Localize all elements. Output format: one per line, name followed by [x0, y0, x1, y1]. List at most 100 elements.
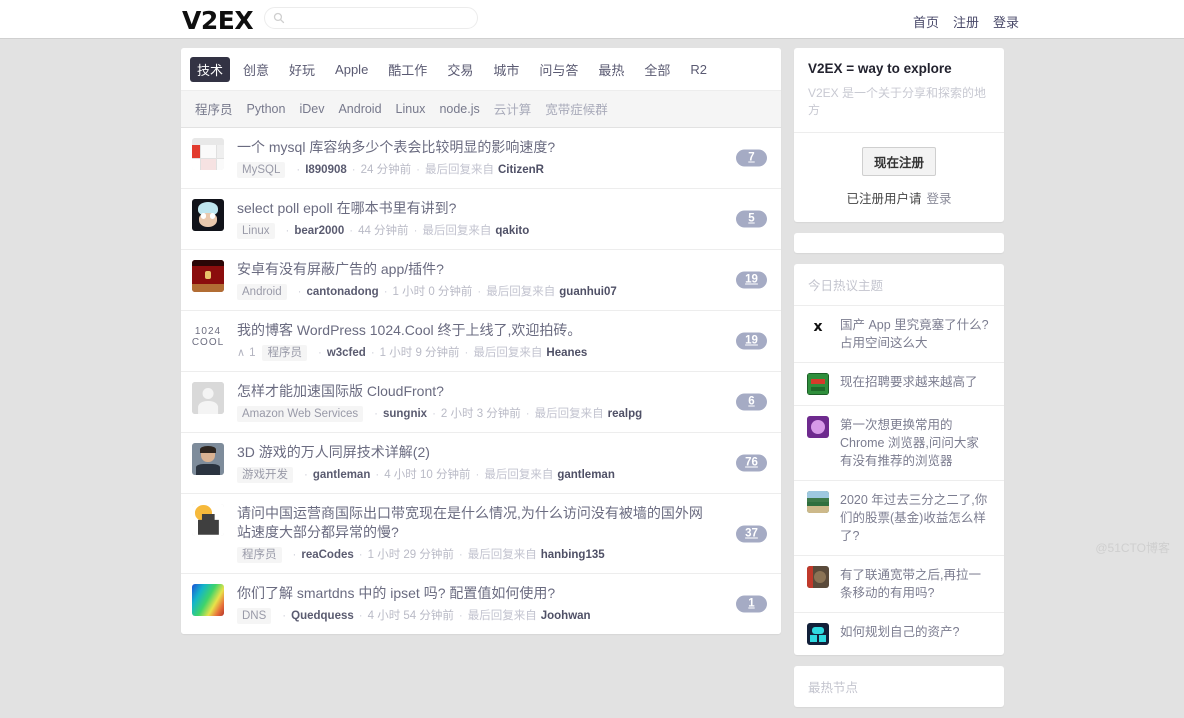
reply-count-badge[interactable]: 19: [736, 271, 767, 289]
category-tab-3[interactable]: Apple: [328, 59, 375, 80]
search-box[interactable]: [264, 7, 478, 29]
sidebar: V2EX = way to explore V2EX 是一个关于分享和探索的地方…: [794, 48, 1004, 718]
topic-node[interactable]: DNS: [237, 608, 272, 624]
topic-author[interactable]: I890908: [305, 163, 347, 177]
login-link[interactable]: 登录: [927, 192, 952, 206]
topic-title[interactable]: select poll epoll 在哪本书里有讲到?: [237, 199, 714, 218]
topic-row[interactable]: 3D 游戏的万人同屏技术详解(2) 游戏开发 · gantleman · 4 小时 10 …: [181, 433, 781, 494]
topic-title[interactable]: 一个 mysql 库容纳多少个表会比较明显的影响速度?: [237, 138, 714, 157]
topic-row[interactable]: 你们了解 smartdns 中的 ipset 吗? 配置值如何使用? DNS · Qu…: [181, 574, 781, 634]
node-subtab-3[interactable]: Android: [338, 102, 381, 116]
category-tab-2[interactable]: 好玩: [282, 57, 322, 82]
category-tab-9[interactable]: 全部: [637, 57, 677, 82]
last-replier[interactable]: hanbing135: [541, 548, 605, 562]
topic-row[interactable]: 一个 mysql 库容纳多少个表会比较明显的影响速度? MySQL · I890908…: [181, 128, 781, 189]
category-tab-10[interactable]: R2: [683, 59, 714, 80]
topic-row[interactable]: select poll epoll 在哪本书里有讲到? Linux · bear200…: [181, 189, 781, 250]
avatar[interactable]: [192, 199, 224, 231]
vote-count[interactable]: ∧ 1: [237, 346, 255, 360]
topic-row[interactable]: 安卓有没有屏蔽广告的 app/插件? Android · cantonadong · 1 …: [181, 250, 781, 311]
hot-topic-title[interactable]: 有了联通宽带之后,再拉一条移动的有用吗?: [840, 566, 991, 602]
topic-node[interactable]: Linux: [237, 223, 275, 239]
hot-topic-avatar: x: [807, 316, 829, 338]
node-subtab-1[interactable]: Python: [247, 102, 286, 116]
hot-topic-title[interactable]: 如何规划自己的资产?: [840, 623, 959, 641]
reply-count-badge[interactable]: 6: [736, 393, 767, 411]
meta-separator: ·: [351, 164, 356, 176]
reply-count-badge[interactable]: 76: [736, 454, 767, 472]
topic-node[interactable]: 游戏开发: [237, 467, 293, 483]
reply-count-badge[interactable]: 5: [736, 210, 767, 228]
category-tab-7[interactable]: 问与答: [532, 57, 585, 82]
category-tab-4[interactable]: 酷工作: [381, 57, 434, 82]
category-tab-6[interactable]: 城市: [486, 57, 526, 82]
topic-row[interactable]: 怎样才能加速国际版 CloudFront? Amazon Web Services…: [181, 372, 781, 433]
top-nav: 首页 注册 登录: [913, 12, 1019, 31]
topic-author[interactable]: gantleman: [313, 468, 371, 482]
node-subtab-4[interactable]: Linux: [396, 102, 426, 116]
topic-node[interactable]: Amazon Web Services: [237, 406, 364, 422]
node-subtab-6[interactable]: 云计算: [494, 99, 532, 118]
topic-author[interactable]: sungnix: [383, 407, 427, 421]
hot-topic-title[interactable]: 国产 App 里究竟塞了什么? 占用空间这么大: [840, 316, 991, 352]
node-subtab-2[interactable]: iDev: [299, 102, 324, 116]
hot-topic-item[interactable]: 第一次想更换常用的 Chrome 浏览器,问问大家有没有推荐的浏览器: [794, 406, 1004, 481]
avatar[interactable]: [192, 584, 224, 616]
avatar[interactable]: [192, 260, 224, 292]
category-tab-5[interactable]: 交易: [440, 57, 480, 82]
last-replier[interactable]: Heanes: [546, 346, 587, 360]
site-logo[interactable]: V2EX: [182, 6, 254, 35]
nav-link-home[interactable]: 首页: [913, 12, 939, 31]
hot-topic-item[interactable]: 现在招聘要求越来越高了: [794, 363, 1004, 406]
category-tab-8[interactable]: 最热: [591, 57, 631, 82]
topic-title[interactable]: 我的博客 WordPress 1024.Cool 终于上线了,欢迎拍砖。: [237, 321, 714, 340]
topic-node[interactable]: Android: [237, 284, 287, 300]
topic-title[interactable]: 怎样才能加速国际版 CloudFront?: [237, 382, 714, 401]
category-tab-1[interactable]: 创意: [236, 57, 276, 82]
last-replier[interactable]: guanhui07: [559, 285, 617, 299]
topic-title[interactable]: 3D 游戏的万人同屏技术详解(2): [237, 443, 714, 462]
category-tab-0[interactable]: 技术: [190, 57, 231, 82]
topic-author[interactable]: cantonadong: [306, 285, 378, 299]
hot-topic-item[interactable]: 2020 年过去三分之二了,你们的股票(基金)收益怎么样了?: [794, 481, 1004, 556]
nav-link-login[interactable]: 登录: [993, 12, 1019, 31]
nav-link-register[interactable]: 注册: [953, 12, 979, 31]
topic-author[interactable]: reaCodes: [301, 548, 353, 562]
node-subtab-0[interactable]: 程序员: [195, 99, 233, 118]
hot-topic-item[interactable]: 有了联通宽带之后,再拉一条移动的有用吗?: [794, 556, 1004, 613]
last-replier[interactable]: CitizenR: [498, 163, 544, 177]
topic-node[interactable]: MySQL: [237, 162, 286, 178]
hot-topic-item[interactable]: x 国产 App 里究竟塞了什么? 占用空间这么大: [794, 306, 1004, 363]
hot-topic-title[interactable]: 现在招聘要求越来越高了: [840, 373, 978, 391]
reply-count-badge[interactable]: 7: [736, 149, 767, 167]
avatar[interactable]: [192, 443, 224, 475]
topic-node[interactable]: 程序员: [262, 345, 307, 361]
hot-topic-item[interactable]: 如何规划自己的资产?: [794, 613, 1004, 655]
hot-topic-title[interactable]: 2020 年过去三分之二了,你们的股票(基金)收益怎么样了?: [840, 491, 991, 545]
last-replier[interactable]: gantleman: [557, 468, 615, 482]
topic-author[interactable]: Quedquess: [291, 609, 354, 623]
node-subtab-7[interactable]: 宽带症候群: [545, 99, 608, 118]
topic-author[interactable]: w3cfed: [327, 346, 366, 360]
topic-row[interactable]: 1024 COOL 我的博客 WordPress 1024.Cool 终于上线了,欢…: [181, 311, 781, 372]
avatar[interactable]: [192, 138, 224, 170]
topic-author[interactable]: bear2000: [294, 224, 344, 238]
topic-row[interactable]: 请问中国运营商国际出口带宽现在是什么情况,为什么访问没有被墙的国外网站速度大部分…: [181, 494, 781, 574]
reply-count-badge[interactable]: 19: [736, 332, 767, 350]
last-replier[interactable]: qakito: [495, 224, 529, 238]
avatar[interactable]: 1024 COOL: [192, 321, 224, 353]
avatar[interactable]: [192, 382, 224, 414]
avatar[interactable]: [192, 504, 224, 536]
topic-node[interactable]: 程序员: [237, 547, 282, 563]
topic-title[interactable]: 安卓有没有屏蔽广告的 app/插件?: [237, 260, 714, 279]
register-button[interactable]: 现在注册: [861, 147, 936, 176]
topic-title[interactable]: 请问中国运营商国际出口带宽现在是什么情况,为什么访问没有被墙的国外网站速度大部分…: [237, 504, 714, 542]
reply-count-badge[interactable]: 37: [736, 525, 767, 542]
node-subtab-5[interactable]: node.js: [439, 102, 479, 116]
reply-count-badge[interactable]: 1: [736, 595, 767, 613]
last-replier[interactable]: Joohwan: [541, 609, 591, 623]
topic-title[interactable]: 你们了解 smartdns 中的 ipset 吗? 配置值如何使用?: [237, 584, 714, 603]
search-input[interactable]: [290, 10, 477, 26]
last-replier[interactable]: realpg: [608, 407, 643, 421]
hot-topic-title[interactable]: 第一次想更换常用的 Chrome 浏览器,问问大家有没有推荐的浏览器: [840, 416, 991, 470]
